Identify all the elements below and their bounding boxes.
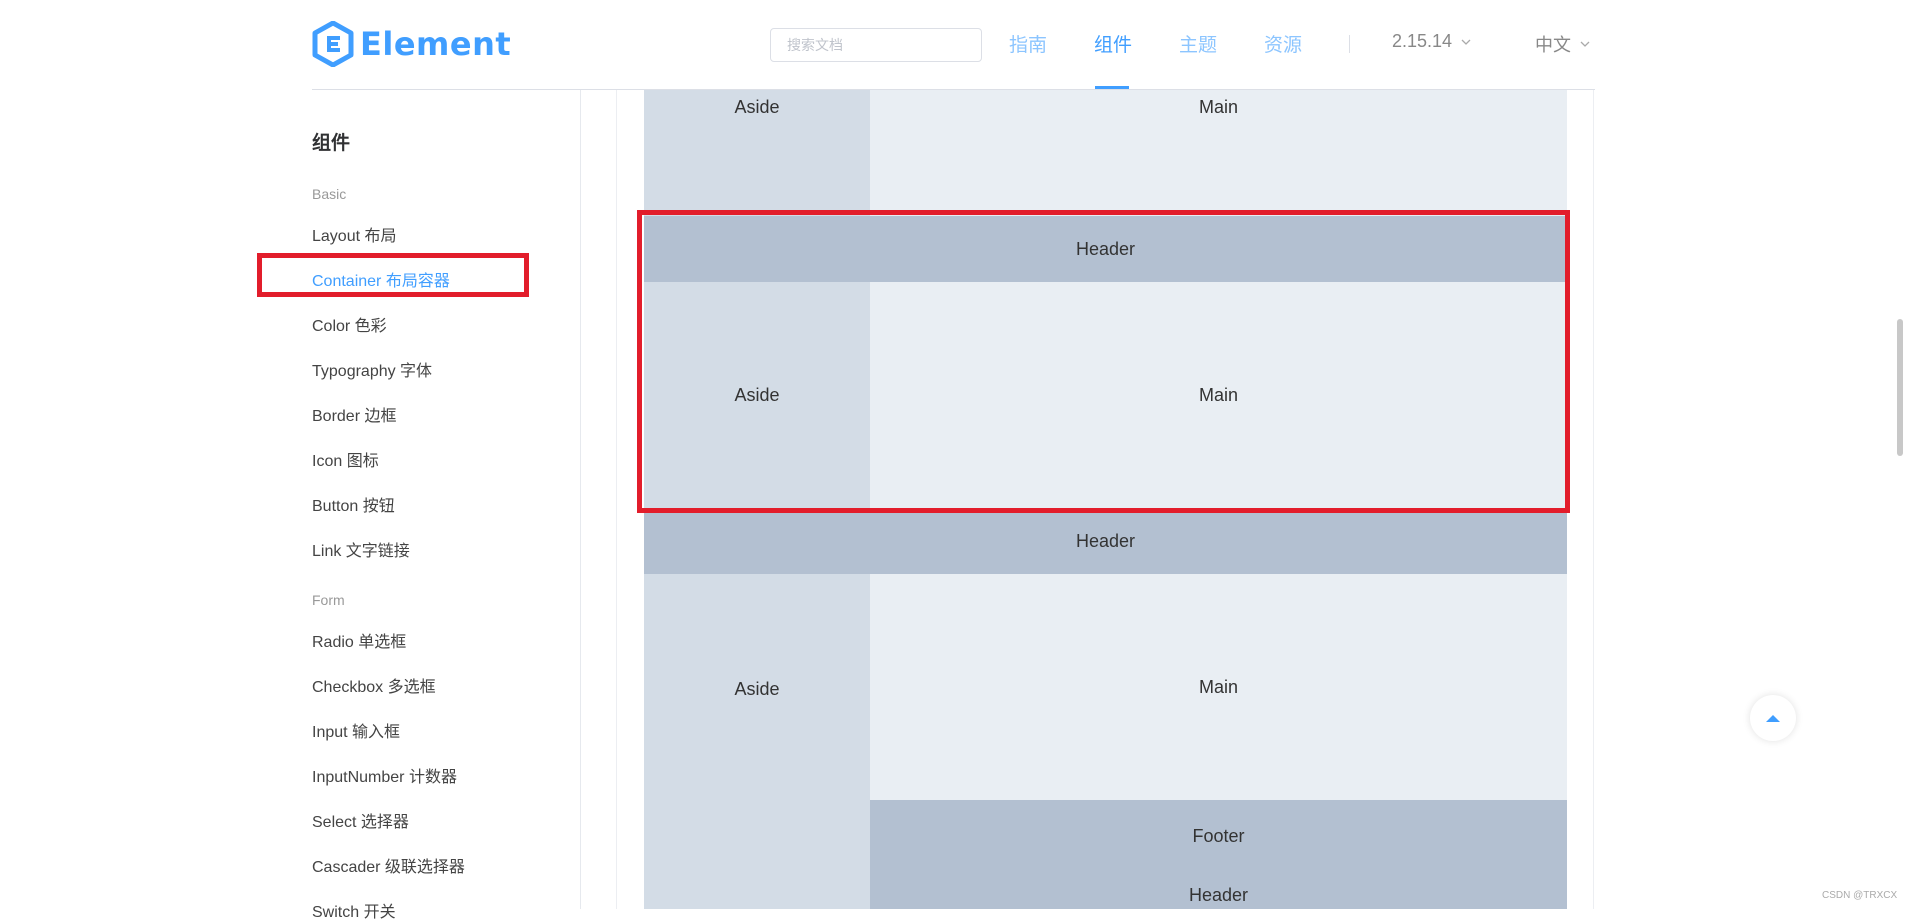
page-scrollbar[interactable] <box>1897 319 1903 456</box>
sidebar-item-layout[interactable]: Layout 布局 <box>312 222 397 246</box>
sidebar-item-color[interactable]: Color 色彩 <box>312 312 387 336</box>
watermark: CSDN @TRXCX <box>1822 890 1898 901</box>
language-label: 中文 <box>1535 35 1571 55</box>
chevron-down-icon <box>1461 39 1471 45</box>
header-label: Header <box>1188 884 1249 905</box>
sidebar-item-input[interactable]: Input 输入框 <box>312 718 400 742</box>
highlight-box-demo <box>637 210 1570 513</box>
nav-divider <box>1349 35 1350 53</box>
chevron-down-icon <box>1580 41 1590 47</box>
sidebar-item-checkbox[interactable]: Checkbox 多选框 <box>312 673 436 697</box>
aside-label: Aside <box>734 678 780 699</box>
nav-theme[interactable]: 主题 <box>1179 30 1217 57</box>
highlight-box-sidebar <box>257 253 529 297</box>
demo-main: Main <box>870 574 1567 800</box>
sidebar-item-typography[interactable]: Typography 字体 <box>312 357 432 381</box>
main-label: Main <box>1198 676 1238 697</box>
sidebar-item-link[interactable]: Link 文字链接 <box>312 537 410 561</box>
sidebar-item-select[interactable]: Select 选择器 <box>312 808 409 832</box>
language-dropdown[interactable]: 中文 <box>1535 31 1590 57</box>
nav-resource[interactable]: 资源 <box>1264 30 1302 57</box>
top-header: Element 搜索文档 指南 组件 主题 资源 2.15.14 中文 <box>312 0 1595 90</box>
version-dropdown[interactable]: 2.15.14 <box>1392 31 1471 52</box>
element-logo-icon <box>312 21 354 67</box>
main-label: Main <box>1198 97 1238 117</box>
sidebar-item-button[interactable]: Button 按钮 <box>312 492 395 516</box>
nav-component[interactable]: 组件 <box>1094 30 1132 57</box>
sidebar-item-icon[interactable]: Icon 图标 <box>312 447 379 471</box>
sidebar-item-radio[interactable]: Radio 单选框 <box>312 628 406 652</box>
sidebar-group-basic: Basic <box>312 186 347 202</box>
logo-text: Element <box>360 25 512 63</box>
version-label: 2.15.14 <box>1392 31 1453 51</box>
footer-label: Footer <box>1192 825 1245 846</box>
demo-aside: Aside <box>644 574 870 909</box>
element-logo[interactable]: Element <box>312 21 511 67</box>
nav-guide[interactable]: 指南 <box>1009 30 1047 57</box>
demo-header: Header <box>644 508 1567 574</box>
sidebar-item-switch[interactable]: Switch 开关 <box>312 898 396 922</box>
sidebar-item-border[interactable]: Border 边框 <box>312 402 396 426</box>
sidebar-title: 组件 <box>312 133 351 154</box>
demo-footer: Footer <box>870 800 1567 872</box>
sidebar-group-form: Form <box>312 592 345 608</box>
header-label: Header <box>1075 530 1136 551</box>
nav-active-indicator <box>1095 86 1129 89</box>
sidebar-item-cascader[interactable]: Cascader 级联选择器 <box>312 853 465 877</box>
back-to-top-button[interactable] <box>1750 695 1796 741</box>
caret-up-icon <box>1766 715 1780 722</box>
search-input[interactable]: 搜索文档 <box>770 28 982 62</box>
aside-label: Aside <box>734 97 780 117</box>
sidebar-item-inputnumber[interactable]: InputNumber 计数器 <box>312 763 457 787</box>
demo-header: Header <box>870 872 1567 909</box>
sidebar <box>0 89 581 909</box>
